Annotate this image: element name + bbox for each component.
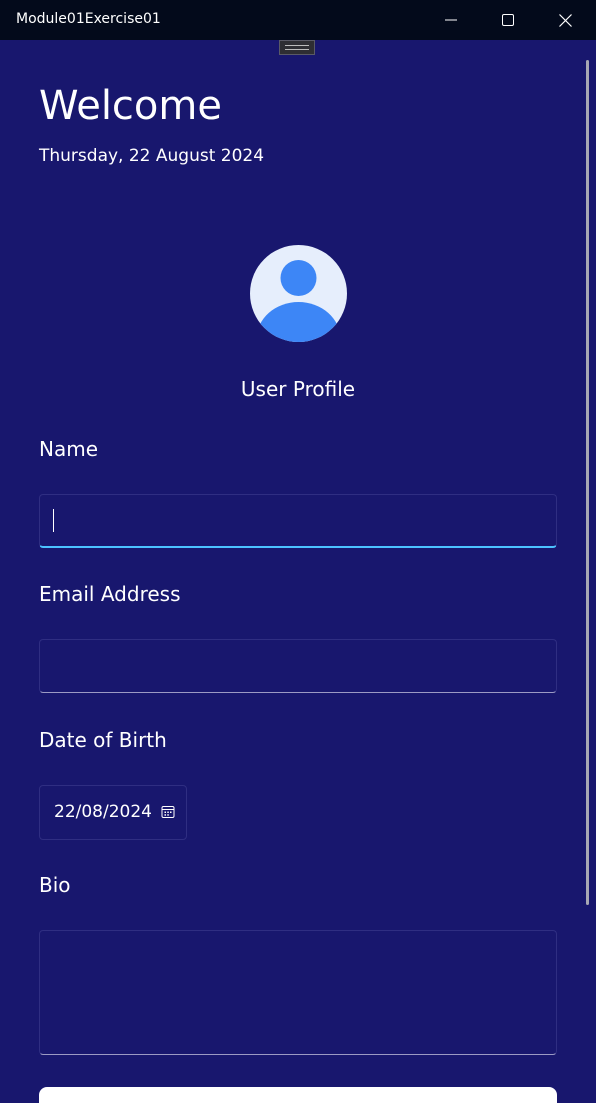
date-of-birth-picker[interactable]: 22/08/2024 [39, 785, 187, 840]
user-profile-label: User Profile [240, 377, 356, 401]
bio-textarea[interactable] [39, 930, 557, 1055]
avatar-icon [250, 245, 347, 342]
title-bar[interactable]: Module01Exercise01 [0, 0, 596, 40]
close-button[interactable] [542, 0, 588, 40]
maximize-icon [502, 14, 514, 26]
bio-label: Bio [39, 873, 71, 897]
submit-button[interactable] [39, 1087, 557, 1103]
minimize-icon [445, 19, 457, 21]
name-label: Name [39, 437, 99, 461]
maximize-button[interactable] [485, 0, 531, 40]
text-caret [53, 509, 54, 532]
email-input[interactable] [39, 639, 557, 693]
current-date: Thursday, 22 August 2024 [39, 146, 265, 166]
date-of-birth-label: Date of Birth [39, 728, 167, 752]
app-window: Module01Exercise01 Welcome Thursday, 22 … [0, 0, 596, 1103]
window-title: Module01Exercise01 [16, 11, 161, 27]
name-input[interactable] [39, 494, 557, 548]
date-of-birth-value: 22/08/2024 [54, 802, 152, 822]
vertical-scrollbar[interactable] [586, 60, 589, 905]
welcome-heading: Welcome [39, 83, 222, 129]
minimize-button[interactable] [428, 0, 474, 40]
email-label: Email Address [39, 582, 181, 606]
close-icon [558, 13, 572, 27]
drag-handle-icon [285, 45, 309, 50]
calendar-icon[interactable] [161, 805, 175, 819]
drag-handle[interactable] [279, 40, 315, 55]
